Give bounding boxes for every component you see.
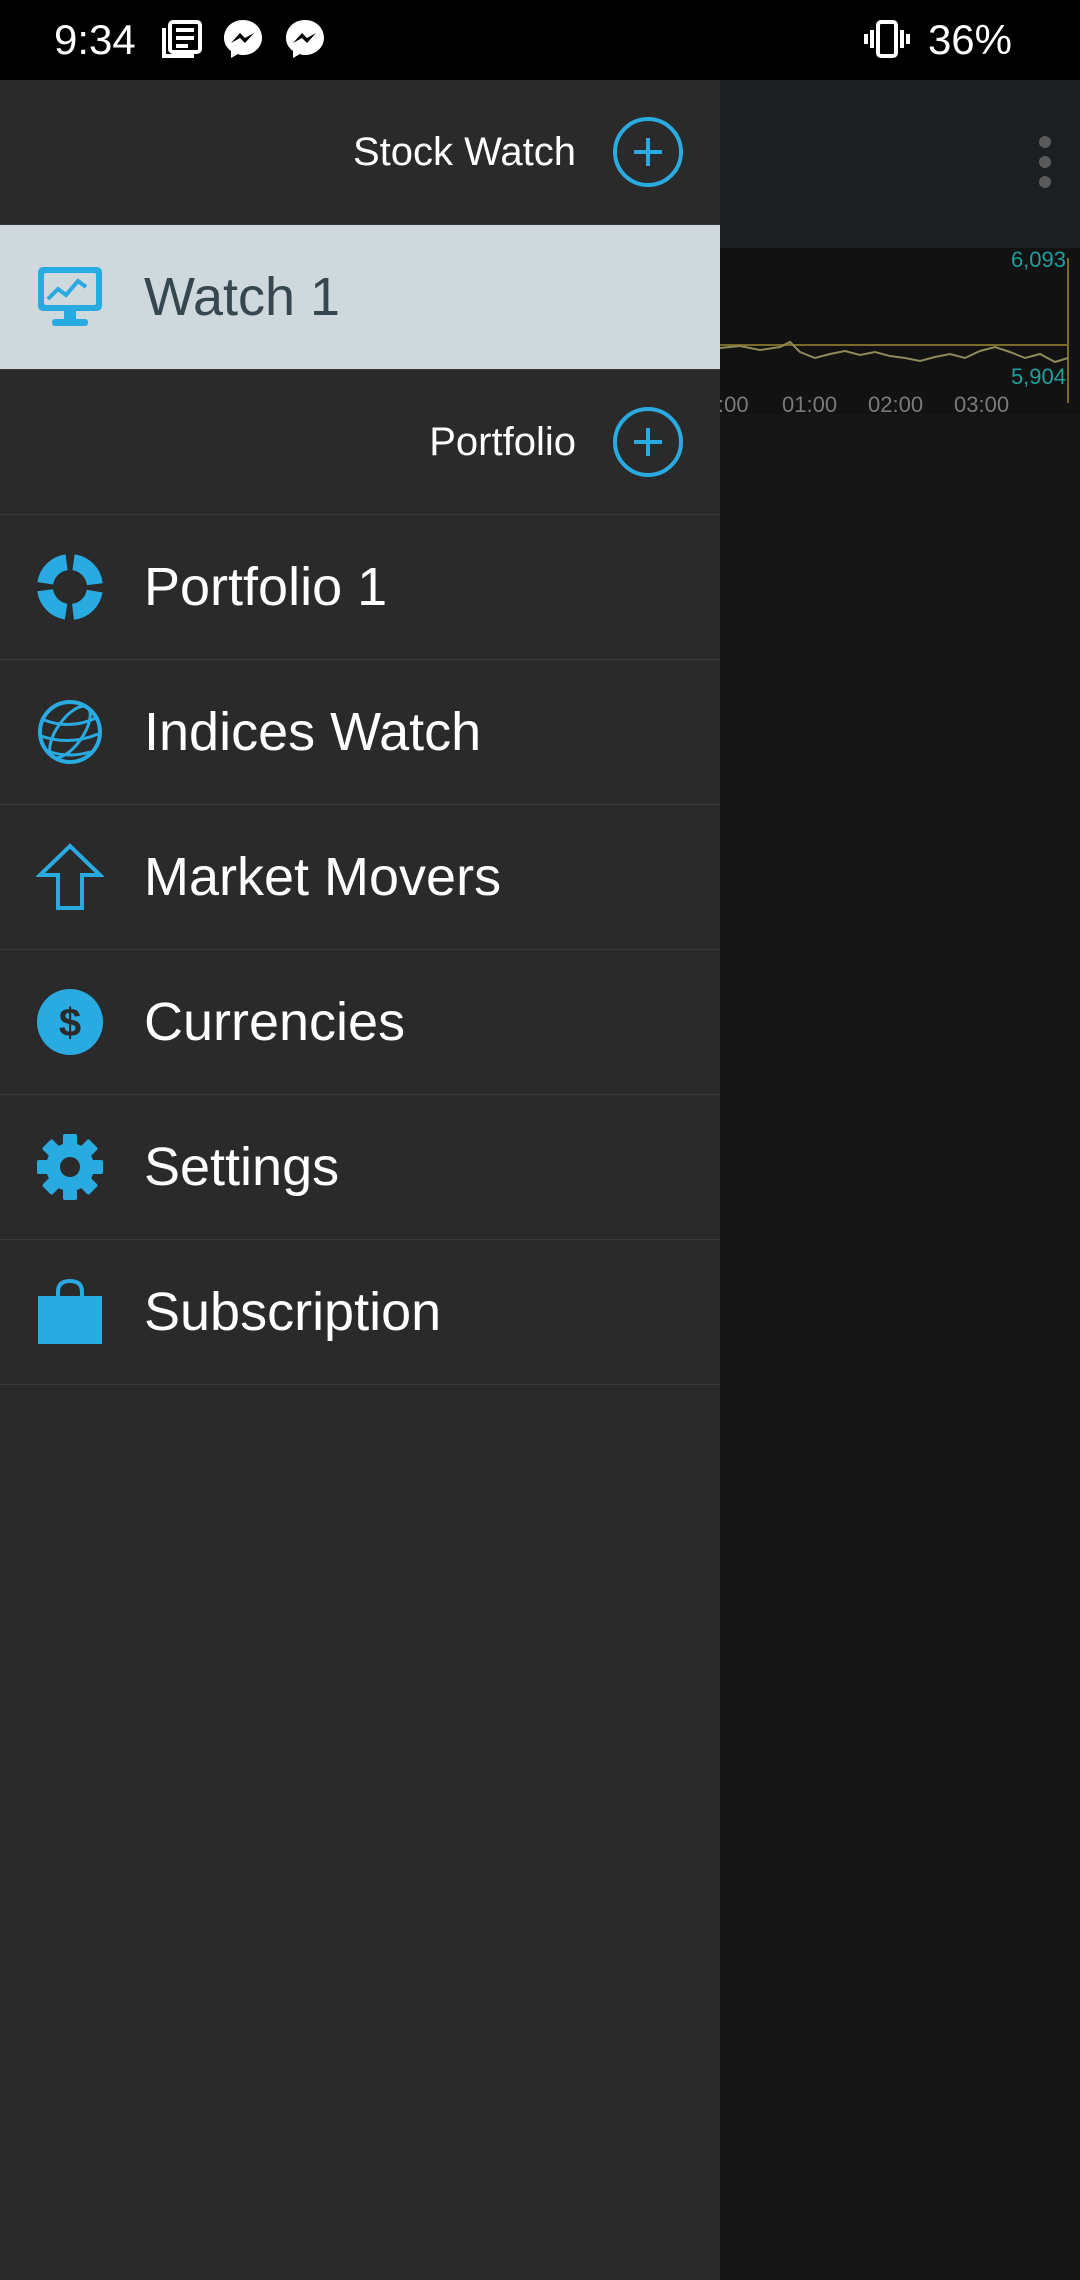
- gear-icon: [37, 1134, 103, 1200]
- portfolio-label: Portfolio: [429, 420, 576, 464]
- vibrate-icon: [864, 20, 910, 58]
- battery-percentage: 36%: [927, 16, 1012, 63]
- add-portfolio-button[interactable]: [612, 406, 684, 478]
- donut-icon: [37, 554, 103, 620]
- nav-item-indices-watch[interactable]: Indices Watch: [0, 660, 720, 805]
- nav-label-currencies: Currencies: [144, 992, 406, 1052]
- nav-item-currencies[interactable]: $ Currencies: [0, 950, 720, 1095]
- stock-watch-header: Stock Watch: [0, 80, 720, 225]
- nav-item-settings[interactable]: Settings: [0, 1095, 720, 1240]
- nav-item-watch-1[interactable]: Watch 1: [0, 225, 720, 370]
- x-tick-label: 03:00: [954, 392, 1009, 414]
- news-icon: [162, 20, 202, 58]
- x-tick-label: :00: [718, 392, 749, 414]
- overflow-menu-icon[interactable]: [1030, 132, 1060, 192]
- nav-item-portfolio-1[interactable]: Portfolio 1: [0, 515, 720, 660]
- dollar-icon: $: [37, 989, 103, 1055]
- portfolio-header: Portfolio: [0, 370, 720, 515]
- nav-label-market-movers: Market Movers: [144, 847, 502, 907]
- status-bar: 9:34 36%: [0, 0, 1080, 80]
- messenger-icon: [224, 20, 262, 58]
- stock-watch-label: Stock Watch: [352, 130, 576, 174]
- nav-label-settings: Settings: [144, 1137, 340, 1197]
- globe-icon: [38, 700, 102, 764]
- nav-label-watch-1: Watch 1: [144, 267, 341, 327]
- x-tick-label: 01:00: [782, 392, 837, 414]
- messenger-icon: [286, 20, 324, 58]
- svg-text:$: $: [59, 1001, 81, 1045]
- nav-item-subscription[interactable]: Subscription: [0, 1240, 720, 1385]
- monitor-chart-icon: [38, 267, 102, 326]
- status-time: 9:34: [54, 16, 136, 63]
- y-max-label: 6,093: [1011, 248, 1066, 272]
- add-stock-watch-button[interactable]: [612, 116, 684, 188]
- nav-item-market-movers[interactable]: Market Movers: [0, 805, 720, 950]
- y-min-label: 5,904: [1011, 364, 1066, 389]
- shopping-bag-icon: [38, 1278, 102, 1344]
- x-tick-label: 02:00: [868, 392, 923, 414]
- nav-label-portfolio-1: Portfolio 1: [144, 557, 388, 617]
- navigation-drawer: Stock Watch Watch 1 Portfolio Portfolio …: [0, 80, 720, 2280]
- arrow-up-icon: [36, 843, 104, 910]
- nav-label-indices-watch: Indices Watch: [144, 702, 482, 762]
- nav-label-subscription: Subscription: [144, 1282, 442, 1342]
